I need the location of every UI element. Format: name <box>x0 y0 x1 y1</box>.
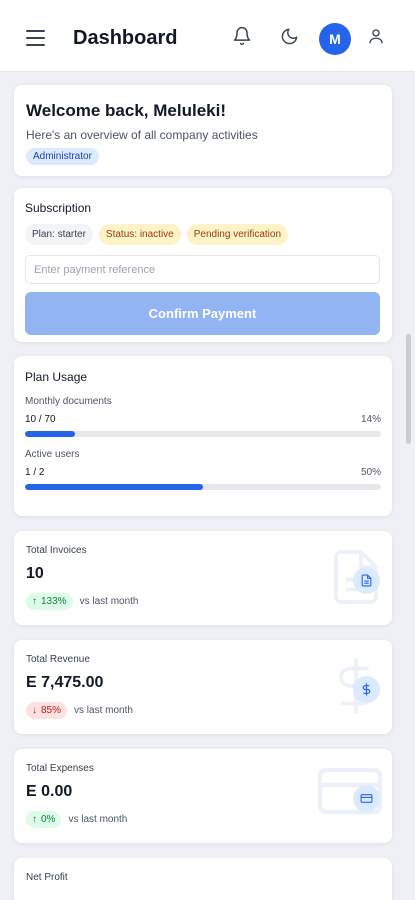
avatar[interactable]: M <box>319 23 351 55</box>
usage-count: 1 / 2 <box>25 467 45 478</box>
progress-track <box>25 431 381 437</box>
stat-card-net-profit[interactable]: Net Profit <box>14 858 392 900</box>
trend-badge: ↑ 133% <box>26 593 73 610</box>
plan-usage-card: Plan Usage Monthly documents 10 / 70 14%… <box>14 356 392 516</box>
scrollbar[interactable] <box>406 334 411 444</box>
usage-item-users: Active users 1 / 2 50% <box>25 449 381 490</box>
main-content[interactable]: Welcome back, Meluleki! Here's an overvi… <box>0 72 415 900</box>
arrow-down-icon: ↓ <box>32 705 37 716</box>
status-badge: Status: inactive <box>98 224 181 245</box>
plan-badge: Plan: starter <box>25 224 93 245</box>
compare-text: vs last month <box>74 705 133 716</box>
compare-text: vs last month <box>79 596 139 607</box>
document-icon <box>353 567 380 594</box>
usage-percent: 50% <box>360 467 381 478</box>
arrow-up-icon: ↑ <box>32 814 37 825</box>
trend-badge: ↑ 0% <box>26 811 62 828</box>
usage-item-documents: Monthly documents 10 / 70 14% <box>25 396 381 437</box>
subscription-title: Subscription <box>25 201 92 215</box>
trend-change: 133% <box>41 596 67 607</box>
progress-fill <box>25 484 203 490</box>
top-bar: Dashboard M <box>0 0 415 72</box>
verification-badge: Pending verification <box>186 224 289 245</box>
confirm-payment-button[interactable]: Confirm Payment <box>25 292 380 335</box>
role-badge: Administrator <box>26 148 99 165</box>
moon-icon[interactable] <box>277 24 301 48</box>
arrow-up-icon: ↑ <box>32 596 37 607</box>
trend-badge: ↓ 85% <box>26 702 68 719</box>
welcome-heading: Welcome back, Meluleki! <box>26 101 226 120</box>
dollar-icon <box>353 676 380 703</box>
usage-percent: 14% <box>360 414 381 425</box>
usage-count: 10 / 70 <box>25 414 56 425</box>
hamburger-menu-icon[interactable] <box>26 30 45 46</box>
credit-card-icon <box>353 785 380 812</box>
subscription-badges: Plan: starter Status: inactive Pending v… <box>25 224 381 245</box>
payment-reference-input[interactable] <box>25 255 380 284</box>
bell-icon[interactable] <box>230 24 254 48</box>
stat-card-invoices[interactable]: Total Invoices 10 ↑ 133% vs last month <box>14 531 392 625</box>
progress-fill <box>25 431 75 437</box>
user-icon[interactable] <box>364 24 388 48</box>
trend-change: 0% <box>41 814 56 825</box>
trend-change: 85% <box>41 705 62 716</box>
page-title: Dashboard <box>73 27 178 49</box>
usage-label: Active users <box>25 449 80 460</box>
stat-card-expenses[interactable]: Total Expenses E 0.00 ↑ 0% vs last month <box>14 749 392 843</box>
subscription-card: Subscription Plan: starter Status: inact… <box>14 188 392 342</box>
compare-text: vs last month <box>68 814 128 825</box>
progress-track <box>25 484 381 490</box>
stat-card-revenue[interactable]: Total Revenue E 7,475.00 ↓ 85% vs last mo… <box>14 640 392 734</box>
stat-name: Net Profit <box>26 872 68 883</box>
welcome-card: Welcome back, Meluleki! Here's an overvi… <box>14 85 392 176</box>
usage-label: Monthly documents <box>25 396 112 407</box>
plan-usage-title: Plan Usage <box>25 370 88 384</box>
welcome-subtitle: Here's an overview of all company activi… <box>26 128 258 142</box>
